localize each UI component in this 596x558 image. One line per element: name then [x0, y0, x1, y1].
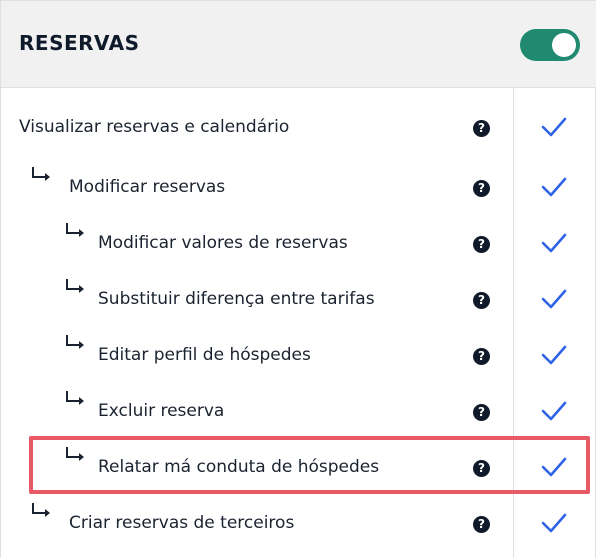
question-circle-icon[interactable]: ? [473, 404, 490, 421]
permission-row-view-reservations: Visualizar reservas e calendário ? [1, 101, 596, 157]
permission-label: Editar perfil de hóspedes [98, 345, 311, 365]
sub-item-arrow-icon [66, 335, 84, 349]
permission-label: Criar reservas de terceiros [69, 513, 295, 533]
question-circle-icon[interactable]: ? [473, 120, 490, 137]
permission-label: Modificar valores de reservas [98, 233, 348, 253]
permission-row-modify-values: Modificar valores de reservas ? [1, 217, 596, 273]
checkmark-icon[interactable] [540, 343, 568, 367]
sub-item-arrow-icon [66, 279, 84, 293]
question-circle-icon[interactable]: ? [473, 236, 490, 253]
checkmark-icon[interactable] [540, 231, 568, 255]
sub-item-arrow-icon [66, 223, 84, 237]
question-circle-icon[interactable]: ? [473, 292, 490, 309]
checkmark-icon[interactable] [540, 399, 568, 423]
permission-label: Modificar reservas [69, 177, 226, 197]
sub-item-arrow-icon [32, 503, 50, 517]
toggle-knob [552, 33, 576, 57]
permission-row-rate-difference: Substituir diferença entre tarifas ? [1, 273, 596, 329]
permission-row-third-party-reservations: Criar reservas de terceiros ? [1, 497, 596, 553]
permission-label: Visualizar reservas e calendário [19, 117, 290, 137]
highlight-box [29, 436, 590, 494]
permission-row-edit-guest-profile: Editar perfil de hóspedes ? [1, 329, 596, 385]
section-header: RESERVAS [1, 0, 596, 88]
permission-label: Excluir reserva [98, 401, 225, 421]
permission-row-modify-reservations: Modificar reservas ? [1, 161, 596, 217]
permission-label: Substituir diferença entre tarifas [98, 289, 375, 309]
sub-item-arrow-icon [32, 167, 50, 181]
checkmark-icon[interactable] [540, 287, 568, 311]
section-title: RESERVAS [19, 31, 140, 55]
sub-item-arrow-icon [66, 391, 84, 405]
checkmark-icon[interactable] [540, 115, 568, 139]
question-circle-icon[interactable]: ? [473, 348, 490, 365]
section-toggle[interactable] [520, 29, 580, 61]
checkmark-icon[interactable] [540, 511, 568, 535]
checkmark-icon[interactable] [540, 175, 568, 199]
permission-row-delete-reservation: Excluir reserva ? [1, 385, 596, 441]
permissions-panel: RESERVAS Visualizar reservas e calendári… [0, 0, 596, 558]
question-circle-icon[interactable]: ? [473, 516, 490, 533]
question-circle-icon[interactable]: ? [473, 180, 490, 197]
